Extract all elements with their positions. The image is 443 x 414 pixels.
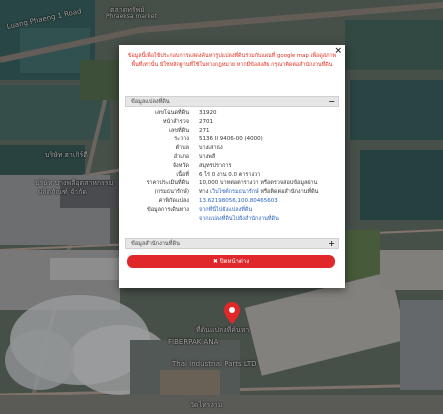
row-label: เนื้อที่ (176, 171, 189, 178)
row-value: 6 ไร่ 0 งาน 0.0 ตารางวา (199, 171, 261, 178)
close-icon[interactable]: × (334, 46, 342, 56)
row-map-sheet: ระวาง 5136 II 9406-00 (4000) (125, 135, 338, 144)
collapse-icon[interactable]: − (328, 97, 335, 106)
row-value: บางพลี (199, 153, 216, 160)
row-label: ข้อมูลการเดินทาง (146, 206, 189, 213)
section-land-office-header[interactable]: ข้อมูลสำนักงานที่ดิน + (125, 238, 339, 249)
row-land-number: เลขที่ดิน 271 (125, 127, 338, 136)
close-window-button[interactable]: ✖ ปิดหน้าต่าง (127, 255, 335, 268)
row-label: เลขที่ดิน (169, 127, 189, 134)
disclaimer-notice: ข้อมูลนี้เพื่อใช้ประกอบการแสดงค้นหารูปแป… (127, 53, 337, 68)
row-label: ราคาประเมินที่ดิน (146, 180, 189, 187)
section-parcel-info-header[interactable]: ข้อมูลแปลงที่ดิน − (125, 96, 339, 107)
row-value: ทาง เว็บไซต์กรมธนารักษ์ หรือติดต่อสำนักง… (199, 188, 318, 197)
row-value: 2701 (199, 118, 213, 125)
coordinates-link[interactable]: 13.62198056,100.80465603 (199, 197, 278, 206)
row-label: เลขโฉนดที่ดิน (155, 110, 189, 116)
row-value: 10,000 บาทต่อตารางวา หรือตรวจสอบข้อมูลผ่… (199, 180, 318, 187)
row-directions-office: จากแปลงที่ดินไปยังสำนักงานที่ดิน (125, 215, 338, 224)
row-appraisal-price: ราคาประเมินที่ดิน 10,000 บาทต่อตารางวา ห… (125, 179, 338, 188)
expand-icon[interactable]: + (328, 239, 335, 248)
parcel-info-dialog: × ข้อมูลนี้เพื่อใช้ประกอบการแสดงค้นหารูป… (119, 45, 345, 288)
row-label: ตำบล (175, 145, 189, 152)
directions-to-parcel-link[interactable]: จากที่นี่ไปยังแปลงที่ดิน (199, 206, 252, 215)
row-label: อำเภอ (173, 153, 189, 160)
row-label: ระวาง (174, 136, 189, 143)
treasury-website-link[interactable]: เว็บไซต์กรมธนารักษ์ (210, 189, 259, 195)
row-label: หน้าสำรวจ (162, 118, 189, 125)
row-value: บางเสาธง (199, 145, 223, 152)
row-subdistrict: ตำบล บางเสาธง (125, 144, 338, 153)
row-coordinates: ค่าพิกัดแปลง 13.62198056,100.80465603 (125, 197, 338, 206)
row-value-prefix: ทาง (199, 189, 209, 196)
row-label: จังหวัด (172, 162, 189, 169)
parcel-info-table: เลขโฉนดที่ดิน 31920 หน้าสำรวจ 2701 เลขที… (125, 109, 338, 223)
directions-to-office-link[interactable]: จากแปลงที่ดินไปยังสำนักงานที่ดิน (199, 215, 279, 224)
row-value: 31920 (199, 110, 217, 116)
row-directions: ข้อมูลการเดินทาง จากที่นี่ไปยังแปลงที่ดิ… (125, 206, 338, 215)
row-survey-page: หน้าสำรวจ 2701 (125, 118, 338, 127)
row-value: 5136 II 9406-00 (4000) (199, 136, 263, 143)
row-value-suffix: หรือติดต่อสำนักงานที่ดิน (260, 189, 319, 196)
row-label: ค่าพิกัดแปลง (158, 197, 189, 204)
section-title: ข้อมูลแปลงที่ดิน (131, 99, 170, 105)
location-pin-icon[interactable] (224, 302, 240, 324)
row-treasury: (กรมธนารักษ์) ทาง เว็บไซต์กรมธนารักษ์ หร… (125, 188, 338, 197)
row-province: จังหวัด สมุทรปราการ (125, 162, 338, 171)
row-value: สมุทรปราการ (199, 162, 232, 169)
row-label: (กรมธนารักษ์) (154, 189, 189, 196)
row-area: เนื้อที่ 6 ไร่ 0 งาน 0.0 ตารางวา (125, 171, 338, 180)
row-deed-number: เลขโฉนดที่ดิน 31920 (125, 109, 338, 118)
row-value: 271 (199, 127, 210, 134)
row-district: อำเภอ บางพลี (125, 153, 338, 162)
section-title: ข้อมูลสำนักงานที่ดิน (131, 241, 180, 247)
